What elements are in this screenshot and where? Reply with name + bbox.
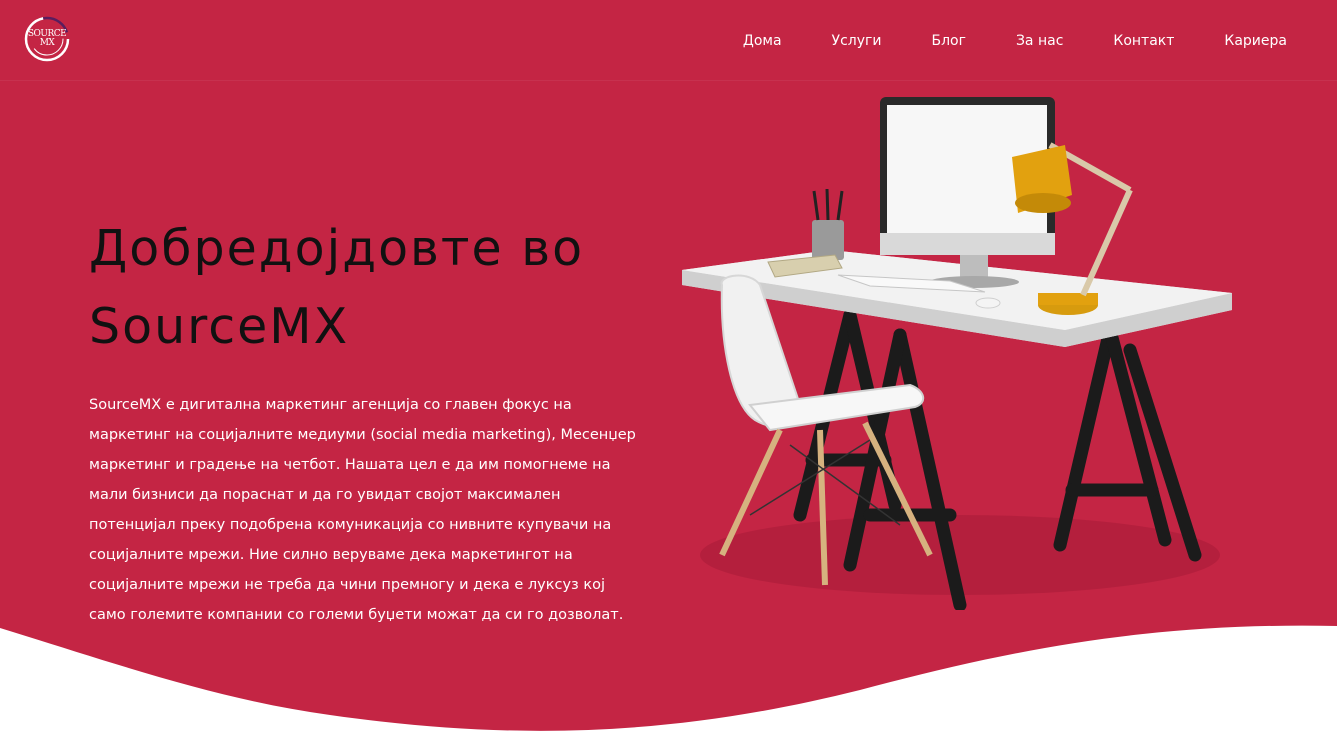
hero-title-line-1: Добредојдовте во xyxy=(89,220,585,277)
desk-illustration xyxy=(682,97,1232,610)
nav-item-services[interactable]: Услуги xyxy=(832,31,882,51)
logo-text: SOURCE MX xyxy=(27,29,67,48)
mouse xyxy=(975,297,1001,309)
nav-item-blog[interactable]: Блог xyxy=(931,31,965,51)
nav-item-careers[interactable]: Кариера xyxy=(1224,31,1287,51)
nav-item-home[interactable]: Дома xyxy=(743,31,782,51)
nav-item-contact[interactable]: Контакт xyxy=(1113,31,1174,51)
hero-description: SourceMX е дигитална маркетинг агенција … xyxy=(89,397,636,623)
pen-holder xyxy=(812,188,844,260)
hero-title: Добредојдовте во SourceMX xyxy=(89,210,649,366)
main-navigation: Дома Услуги Блог За нас Контакт Кариера xyxy=(693,31,1287,51)
nav-item-about[interactable]: За нас xyxy=(1016,31,1063,51)
top-navigation-bar: SOURCE MX Дома Услуги Блог За нас Контак… xyxy=(0,0,1337,81)
hero-section: SOURCE MX Дома Услуги Блог За нас Контак… xyxy=(0,0,1337,751)
hero-title-line-2: SourceMX xyxy=(89,298,350,355)
sourcemx-logo[interactable]: SOURCE MX xyxy=(22,13,74,65)
